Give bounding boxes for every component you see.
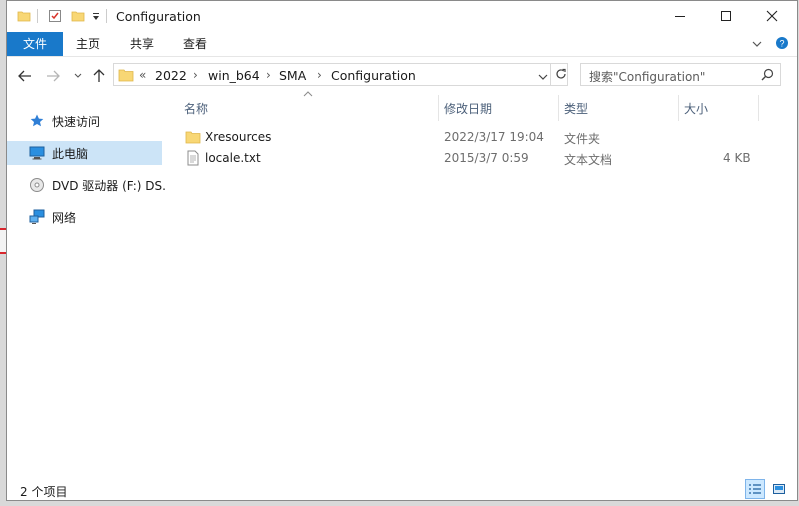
nav-item-network[interactable]: 网络 xyxy=(7,205,162,229)
search-icon[interactable] xyxy=(761,68,774,84)
file-date: 2022/3/17 19:04 xyxy=(444,130,544,144)
large-icons-view-button[interactable] xyxy=(769,479,789,499)
file-row-locale[interactable]: locale.txt 2015/3/7 0:59 文本文档 4 KB xyxy=(179,148,769,168)
tab-home[interactable]: 主页 xyxy=(65,32,111,56)
column-divider[interactable] xyxy=(438,95,439,121)
search-box[interactable]: 搜索"Configuration" xyxy=(580,63,781,86)
maximize-icon xyxy=(721,11,731,21)
column-header-type[interactable]: 类型 xyxy=(564,100,588,122)
explorer-window: Configuration 文件 主页 共享 查看 ? « 2022 › win… xyxy=(6,0,798,501)
column-header-name[interactable]: 名称 xyxy=(184,100,208,122)
help-icon[interactable]: ? xyxy=(775,36,789,53)
minimize-button[interactable] xyxy=(657,1,703,31)
file-name: locale.txt xyxy=(205,151,261,165)
file-name: Xresources xyxy=(205,130,272,144)
title-bar: Configuration xyxy=(7,1,797,31)
folder-icon xyxy=(118,67,134,86)
breadcrumb-item[interactable]: 2022 xyxy=(155,68,187,83)
folder-icon xyxy=(185,129,201,148)
large-icons-view-icon xyxy=(773,484,785,494)
expand-ribbon-icon[interactable] xyxy=(751,38,763,52)
recent-locations-button[interactable] xyxy=(68,66,88,86)
details-view-icon xyxy=(749,484,761,494)
nav-item-this-pc[interactable]: 此电脑 xyxy=(7,141,162,165)
breadcrumb-item[interactable]: win_b64 xyxy=(208,68,260,83)
nav-item-label: 快速访问 xyxy=(52,115,101,129)
network-icon xyxy=(29,209,45,228)
breadcrumb-item[interactable]: SMA xyxy=(279,68,306,83)
pc-icon xyxy=(29,145,45,164)
breadcrumb-separator[interactable]: › xyxy=(266,68,271,82)
sort-ascending-icon xyxy=(303,87,313,101)
up-arrow-icon xyxy=(93,69,105,82)
column-divider[interactable] xyxy=(678,95,679,121)
nav-item-dvd-drive[interactable]: DVD 驱动器 (F:) DS. xyxy=(7,173,166,197)
tab-file[interactable]: 文件 xyxy=(7,32,63,56)
customize-dropdown-icon[interactable] xyxy=(91,11,101,25)
tab-view[interactable]: 查看 xyxy=(172,32,218,56)
forward-button[interactable] xyxy=(43,66,63,86)
chevron-down-icon xyxy=(74,73,82,78)
column-divider[interactable] xyxy=(558,95,559,121)
status-item-count: 2 个项目 xyxy=(20,485,68,499)
back-arrow-icon xyxy=(18,70,31,82)
forward-arrow-icon xyxy=(47,70,60,82)
navigation-pane: 快速访问 此电脑 DVD 驱动器 (F:) DS. 网络 xyxy=(7,101,167,479)
close-button[interactable] xyxy=(749,1,795,31)
nav-item-label: 此电脑 xyxy=(52,147,89,161)
breadcrumb-separator[interactable]: › xyxy=(317,68,322,82)
tab-share[interactable]: 共享 xyxy=(119,32,165,56)
breadcrumb-separator[interactable]: › xyxy=(193,68,198,82)
nav-item-label: DVD 驱动器 (F:) DS. xyxy=(52,179,166,193)
address-dropdown-icon[interactable] xyxy=(538,70,548,84)
properties-checkmark-icon[interactable] xyxy=(48,9,62,26)
divider xyxy=(550,64,551,85)
address-bar[interactable]: « 2022 › win_b64 › SMA › Configuration xyxy=(113,63,568,86)
details-view-button[interactable] xyxy=(745,479,765,499)
column-header-size[interactable]: 大小 xyxy=(684,100,708,122)
nav-item-label: 网络 xyxy=(52,211,77,225)
nav-item-quick-access[interactable]: 快速访问 xyxy=(7,109,162,133)
close-icon xyxy=(766,10,778,22)
file-type: 文件夹 xyxy=(564,132,601,146)
divider xyxy=(37,9,39,26)
new-folder-icon[interactable] xyxy=(71,9,85,26)
back-button[interactable] xyxy=(15,66,35,86)
breadcrumb-overflow[interactable]: « xyxy=(139,68,146,82)
folder-icon xyxy=(17,9,31,26)
minimize-icon xyxy=(675,16,685,17)
svg-text:?: ? xyxy=(779,39,784,49)
star-icon xyxy=(29,113,45,132)
refresh-icon[interactable] xyxy=(554,67,568,84)
search-input[interactable]: 搜索"Configuration" xyxy=(589,68,705,85)
dvd-drive-icon xyxy=(29,177,45,196)
text-file-icon xyxy=(185,150,201,169)
column-divider[interactable] xyxy=(758,95,759,121)
maximize-button[interactable] xyxy=(703,1,749,31)
file-date: 2015/3/7 0:59 xyxy=(444,151,529,165)
breadcrumb-item[interactable]: Configuration xyxy=(331,68,416,83)
file-type: 文本文档 xyxy=(564,153,613,167)
file-row-xresources[interactable]: Xresources 2022/3/17 19:04 文件夹 xyxy=(179,127,769,147)
window-title: Configuration xyxy=(116,9,201,24)
file-size: 4 KB xyxy=(723,151,751,165)
ribbon-tabs: 文件 主页 共享 查看 ? xyxy=(7,32,797,57)
divider xyxy=(106,9,108,26)
up-button[interactable] xyxy=(89,66,109,86)
column-header-date[interactable]: 修改日期 xyxy=(444,100,492,122)
